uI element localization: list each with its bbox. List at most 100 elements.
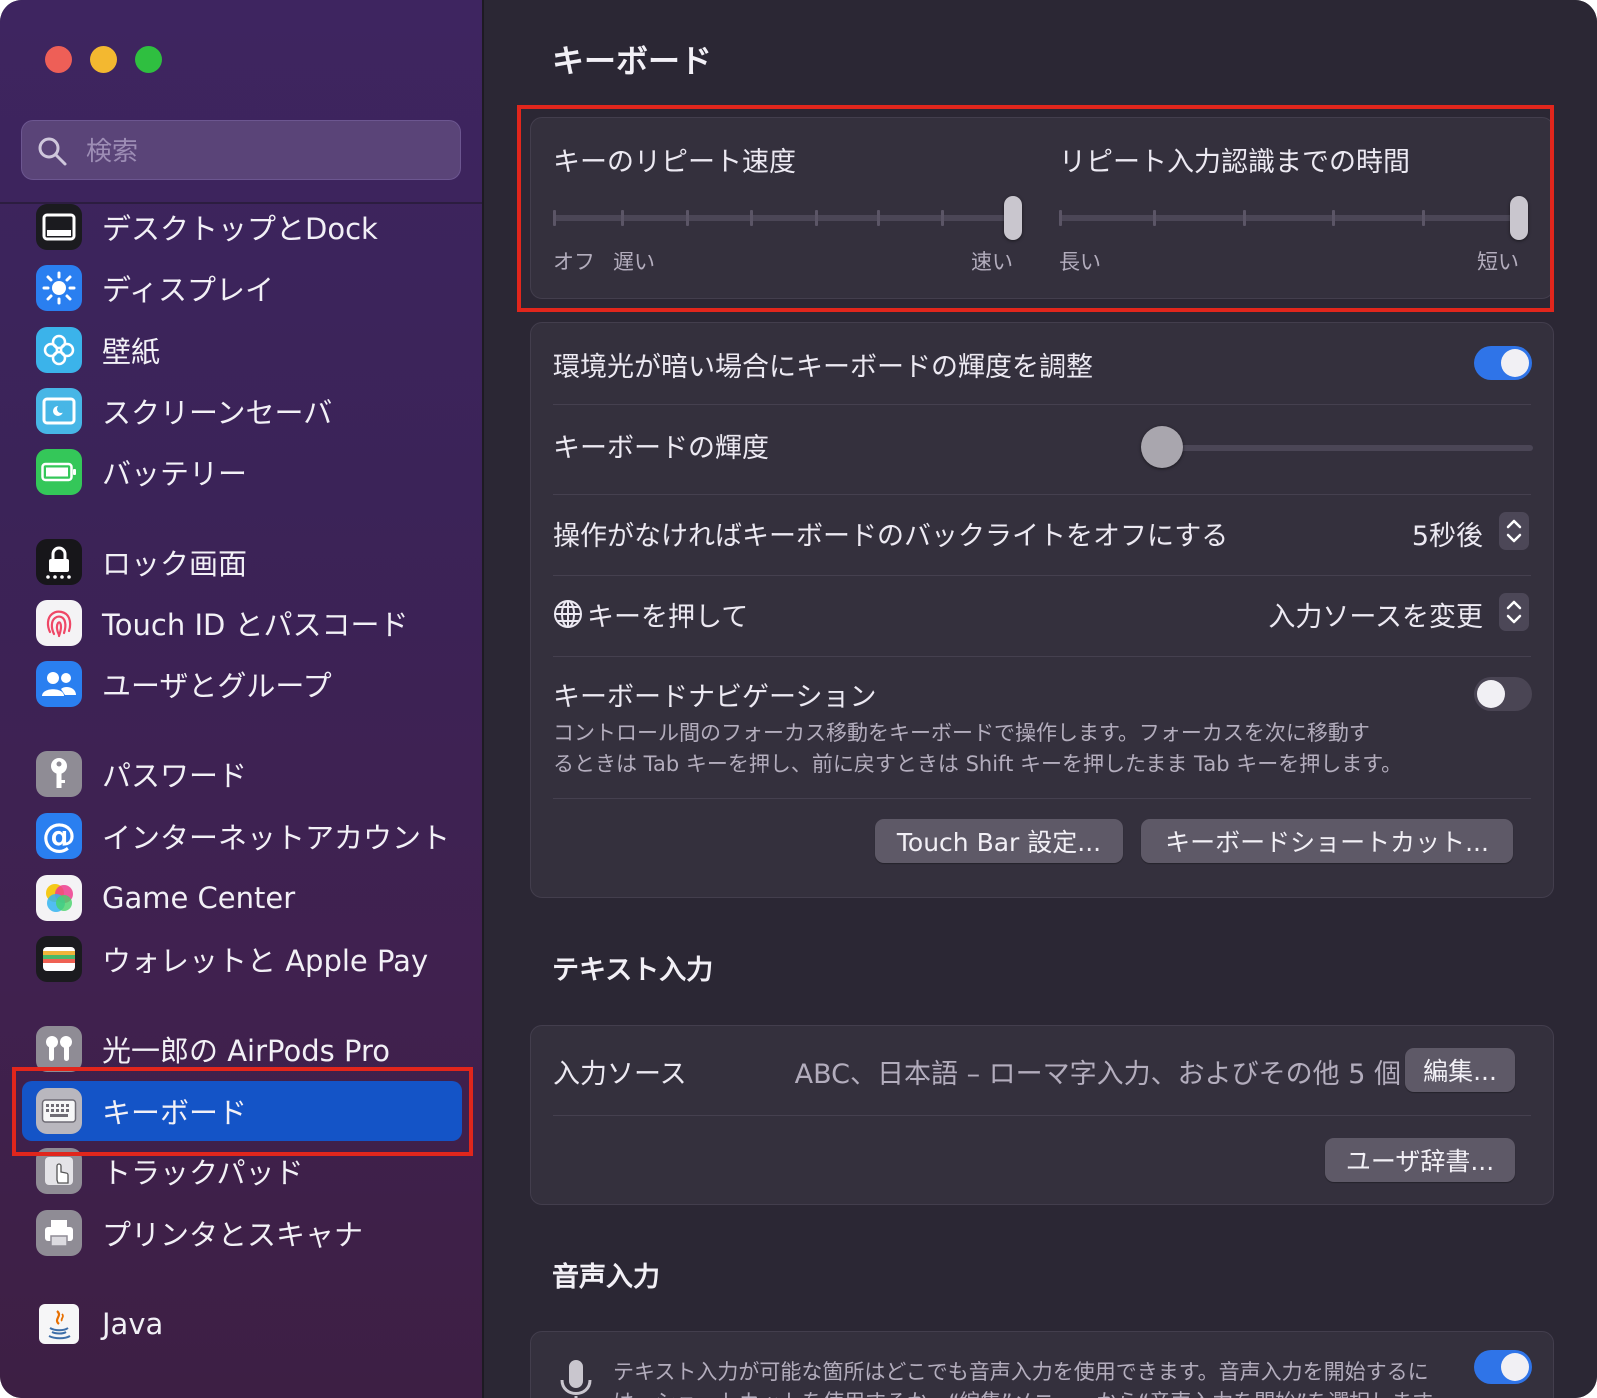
slider-tick — [1059, 210, 1062, 226]
row-separator — [553, 798, 1531, 799]
microphone-icon — [560, 1360, 592, 1398]
key-repeat-card: キーのリピート速度 リピート入力認識までの時間 オフ 遅い 速い 長い 短い — [530, 117, 1554, 299]
sidebar-item-touch-id[interactable]: Touch ID とパスコード — [22, 593, 462, 653]
input-sources-label: 入力ソース — [553, 1059, 687, 1090]
row-separator — [553, 1115, 1531, 1116]
text-input-section-title: テキスト入力 — [552, 955, 714, 986]
sidebar-item-airpods[interactable]: 光一郎の AirPods Pro — [22, 1019, 462, 1079]
keyboard-brightness-label: キーボードの輝度 — [553, 433, 769, 464]
slider-knob[interactable] — [1004, 196, 1022, 240]
touch-bar-settings-button[interactable]: Touch Bar 設定... — [875, 819, 1123, 863]
java-icon — [39, 1304, 79, 1344]
sidebar-item-display[interactable]: ディスプレイ — [22, 258, 462, 318]
fingerprint-icon — [36, 600, 82, 646]
key-repeat-speed-label: キーのリピート速度 — [553, 147, 796, 178]
sidebar-item-game-center[interactable]: Game Center — [22, 868, 462, 928]
ambient-light-toggle[interactable] — [1474, 346, 1532, 380]
user-dictionary-button[interactable]: ユーザ辞書... — [1325, 1138, 1515, 1182]
slider-track — [1059, 215, 1519, 221]
sidebar-item-wallet-apple-pay[interactable]: ウォレットと Apple Pay — [22, 929, 462, 989]
slider-tick — [941, 210, 944, 226]
sidebar-item-label: Java — [102, 1307, 164, 1341]
screensaver-icon — [36, 388, 82, 434]
row-separator — [553, 494, 1531, 495]
keyboard-settings-card: 環境光が暗い場合にキーボードの輝度を調整 キーボードの輝度 操作がなければキーボ… — [530, 322, 1554, 898]
slider-knob[interactable] — [1510, 196, 1528, 240]
speed-slow-label: 遅い — [613, 250, 655, 274]
slider-knob[interactable] — [1141, 426, 1183, 468]
dictation-toggle[interactable] — [1474, 1350, 1532, 1384]
slider-tick — [686, 210, 689, 226]
sidebar-item-label: Game Center — [102, 881, 296, 915]
text-input-card: 入力ソース ABC、日本語 – ローマ字入力、およびその他 5 個 編集... … — [530, 1025, 1554, 1205]
display-icon — [36, 265, 82, 311]
dictation-description: は、ショートカットを使用するか、“編集”メニューから“音声入力を開始”を選択しま… — [613, 1386, 1452, 1398]
sidebar-item-printers-scanners[interactable]: プリンタとスキャナ — [22, 1203, 462, 1263]
close-window-button[interactable] — [45, 46, 72, 73]
ambient-light-label: 環境光が暗い場合にキーボードの輝度を調整 — [553, 352, 1093, 383]
slider-tick — [815, 210, 818, 226]
edit-input-sources-button[interactable]: 編集... — [1405, 1048, 1515, 1092]
airpods-icon — [36, 1026, 82, 1072]
slider-tick — [1153, 210, 1156, 226]
sidebar-item-label: ウォレットと Apple Pay — [102, 944, 429, 978]
sidebar-item-label: バッテリー — [102, 457, 248, 491]
repeat-delay-label: リピート入力認識までの時間 — [1059, 147, 1410, 178]
sidebar-item-label: Touch ID とパスコード — [102, 608, 409, 642]
dock-icon — [36, 204, 82, 250]
slider-tick — [750, 210, 753, 226]
settings-window: デスクトップとDock ディスプレイ 壁紙 スクリーンセーバ — [0, 0, 1597, 1398]
keyboard-navigation-description: るときは Tab キーを押し、前に戻すときは Shift キーを押したまま Ta… — [553, 752, 1403, 776]
sidebar-item-label: パスワード — [102, 759, 248, 793]
slider-tick — [1243, 210, 1246, 226]
search-input[interactable] — [84, 131, 448, 173]
toggle-knob — [1501, 1353, 1529, 1381]
sidebar-item-battery[interactable]: バッテリー — [22, 442, 462, 502]
sidebar-item-internet-accounts[interactable]: @ インターネットアカウント — [22, 806, 462, 866]
sidebar-item-label: ユーザとグループ — [102, 669, 332, 703]
printer-icon — [36, 1210, 82, 1256]
keyboard-navigation-description: コントロール間のフォーカス移動をキーボードで操作します。フォーカスを次に移動す — [553, 721, 1370, 745]
sidebar-item-label: キーボード — [102, 1096, 248, 1130]
sidebar-item-keyboard[interactable]: キーボード — [22, 1081, 462, 1141]
keyboard-shortcuts-button[interactable]: キーボードショートカット... — [1141, 819, 1513, 863]
battery-icon — [36, 449, 82, 495]
slider-tick — [1422, 210, 1425, 226]
slider-track — [1141, 445, 1533, 451]
globe-key-label: キーを押して — [587, 602, 749, 633]
keyboard-navigation-toggle[interactable] — [1474, 677, 1532, 711]
sidebar-item-label: プリンタとスキャナ — [102, 1218, 364, 1252]
search-field[interactable] — [21, 120, 461, 180]
lock-icon — [36, 539, 82, 585]
zoom-window-button[interactable] — [135, 46, 162, 73]
sidebar-item-label: トラックパッド — [102, 1156, 304, 1190]
slider-tick — [621, 210, 624, 226]
sidebar-item-wallpaper[interactable]: 壁紙 — [22, 320, 462, 380]
dictation-description: テキスト入力が可能な箇所はどこでも音声入力を使用できます。音声入力を開始するに — [613, 1360, 1429, 1384]
sidebar-item-passwords[interactable]: パスワード — [22, 744, 462, 804]
sidebar-item-users-groups[interactable]: ユーザとグループ — [22, 654, 462, 714]
page-title: キーボード — [552, 42, 713, 80]
sidebar-item-label: 光一郎の AirPods Pro — [102, 1034, 390, 1068]
main-content: キーボード キーのリピート速度 リピート入力認識までの時間 オフ 遅い 速い 長… — [484, 0, 1597, 1398]
chevron-updown-icon — [1499, 512, 1529, 550]
minimize-window-button[interactable] — [90, 46, 117, 73]
sidebar-item-trackpad[interactable]: トラックパッド — [22, 1141, 462, 1201]
backlight-timeout-value: 5秒後 — [1411, 521, 1483, 552]
sidebar-item-label: スクリーンセーバ — [102, 396, 333, 430]
keyboard-icon — [36, 1088, 82, 1134]
sidebar-item-lock-screen[interactable]: ロック画面 — [22, 532, 462, 592]
sidebar-item-desktop-dock[interactable]: デスクトップとDock — [22, 197, 462, 257]
trackpad-icon — [36, 1148, 82, 1194]
sidebar-item-java[interactable]: Java — [22, 1294, 462, 1354]
keyboard-navigation-label: キーボードナビゲーション — [553, 682, 877, 713]
sidebar-item-label: ロック画面 — [102, 547, 248, 581]
sidebar-item-label: 壁紙 — [102, 335, 161, 369]
slider-tick — [1332, 210, 1335, 226]
at-icon: @ — [36, 813, 82, 859]
users-icon — [36, 661, 82, 707]
sidebar-item-screensaver[interactable]: スクリーンセーバ — [22, 381, 462, 441]
wallpaper-icon — [36, 327, 82, 373]
sidebar: デスクトップとDock ディスプレイ 壁紙 スクリーンセーバ — [0, 0, 484, 1398]
input-sources-value: ABC、日本語 – ローマ字入力、およびその他 5 個 — [794, 1059, 1401, 1090]
